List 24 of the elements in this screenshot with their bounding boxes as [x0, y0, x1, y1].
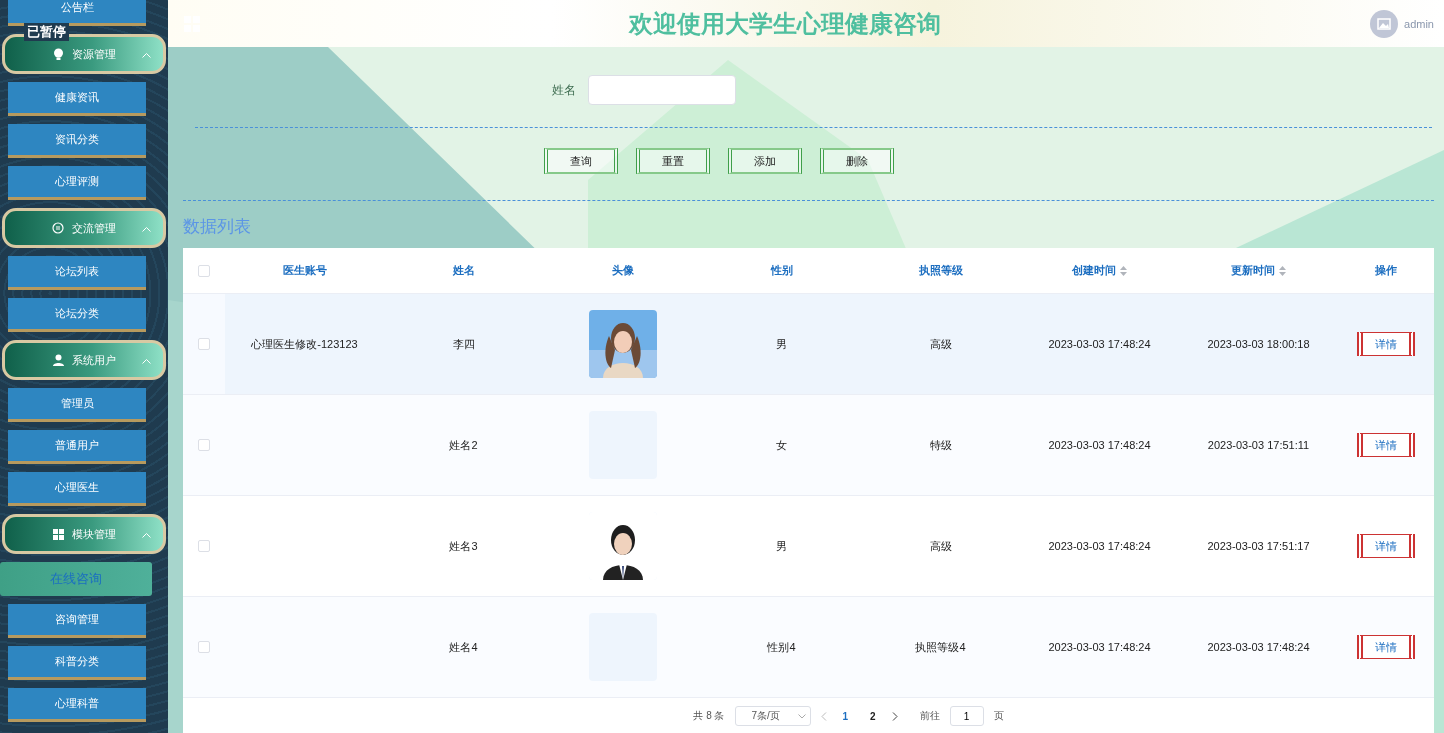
chat-icon — [52, 222, 64, 234]
menu-item[interactable]: 论坛分类 — [8, 298, 146, 332]
menu-item[interactable]: 论坛列表 — [8, 256, 146, 290]
paused-label: 已暂停 — [24, 23, 69, 41]
menu-item[interactable]: 普通用户 — [8, 430, 146, 464]
menu-item[interactable]: 管理员 — [8, 388, 146, 422]
menu-group-label: 模块管理 — [71, 526, 116, 542]
user-icon — [52, 354, 64, 366]
menu-group-label: 资源管理 — [71, 46, 116, 62]
menu-item[interactable]: 健康资讯 — [8, 82, 146, 116]
menu-item[interactable]: 心理科普 — [8, 688, 146, 722]
menu-item[interactable]: 咨询管理 — [8, 604, 146, 638]
menu-item[interactable]: 科普分类 — [8, 646, 146, 680]
menu-item[interactable]: 公告栏 — [8, 0, 146, 26]
menu-group-header[interactable]: 交流管理 — [2, 208, 166, 248]
menu-item[interactable]: 资讯分类 — [8, 124, 146, 158]
menu-item[interactable]: 心理评测 — [8, 166, 146, 200]
menu-group-header[interactable]: 系统用户 — [2, 340, 166, 380]
menu-group-header[interactable]: 模块管理 — [2, 514, 166, 554]
lightbulb-icon — [52, 47, 64, 61]
menu-group-label: 系统用户 — [71, 352, 116, 368]
menu-item[interactable]: 心理医生 — [8, 472, 146, 506]
menu-group-label: 交流管理 — [72, 220, 116, 236]
grid-icon — [52, 528, 64, 540]
